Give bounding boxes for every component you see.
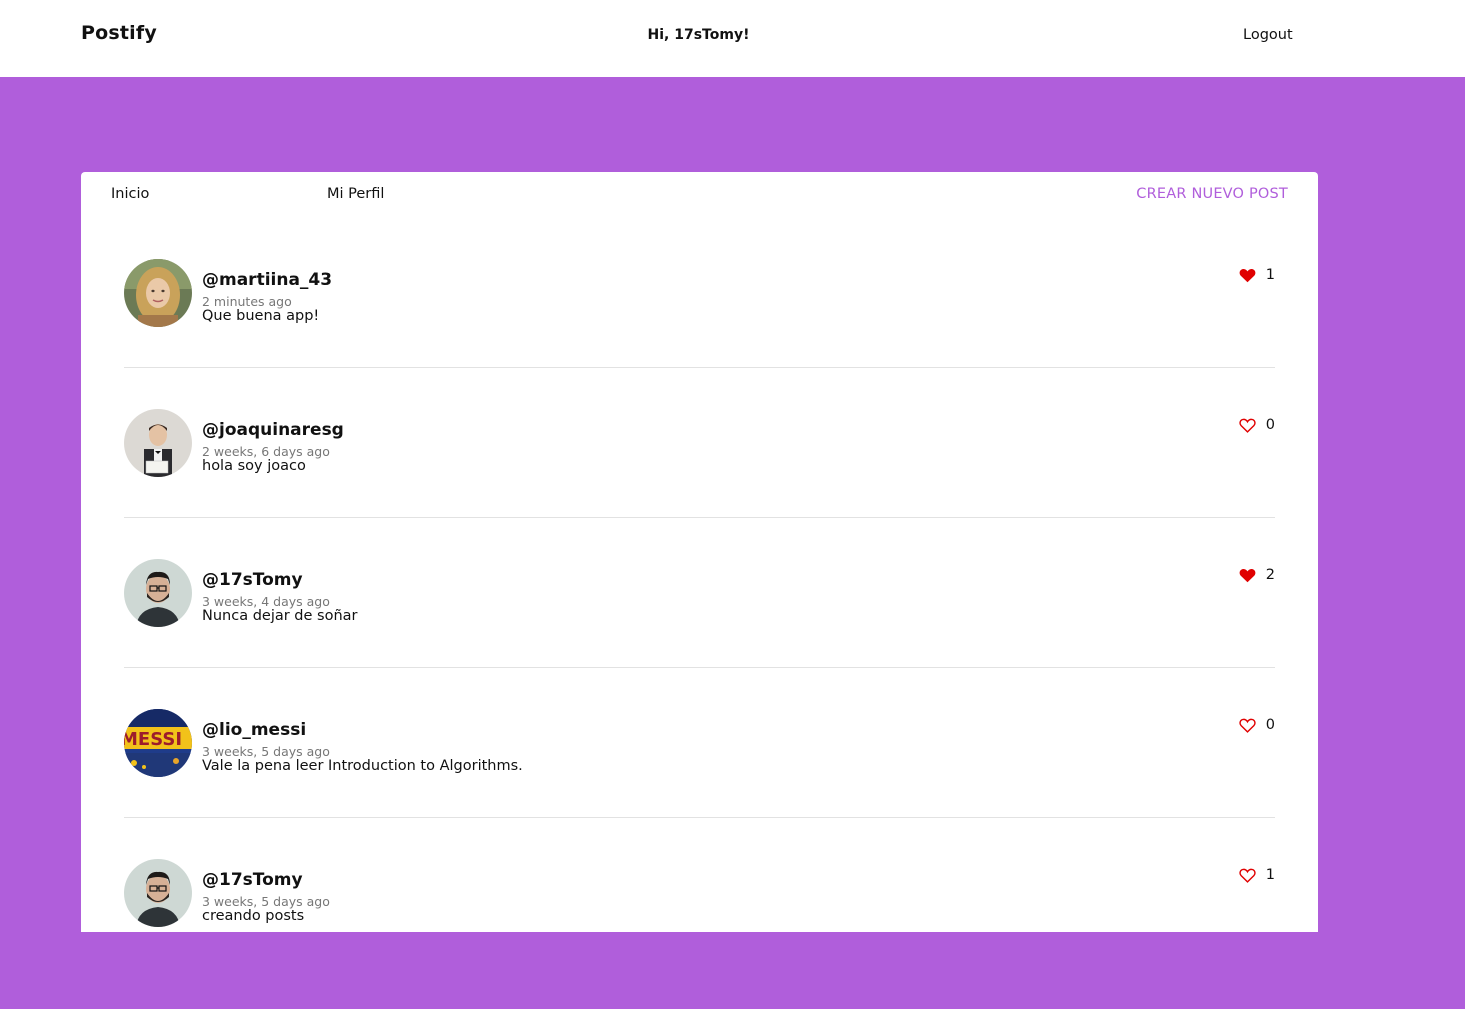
avatar[interactable] bbox=[124, 259, 192, 327]
like-control: 1 bbox=[1239, 267, 1275, 283]
post-divider bbox=[124, 817, 1275, 818]
svg-text:MESSI: MESSI bbox=[124, 729, 182, 750]
post-username[interactable]: @17sTomy bbox=[202, 570, 303, 590]
avatar[interactable]: MESSI bbox=[124, 709, 192, 777]
like-control: 1 bbox=[1239, 867, 1275, 883]
like-count: 0 bbox=[1265, 717, 1275, 733]
post-username[interactable]: @17sTomy bbox=[202, 870, 303, 890]
user-greeting: Hi, 17sTomy! bbox=[647, 27, 750, 43]
avatar[interactable] bbox=[124, 409, 192, 477]
heart-filled-icon[interactable] bbox=[1239, 568, 1256, 583]
post-text: Nunca dejar de soñar bbox=[202, 608, 358, 624]
heart-outline-icon[interactable] bbox=[1239, 868, 1256, 883]
post-item: @joaquinaresg 2 weeks, 6 days ago hola s… bbox=[124, 409, 1275, 559]
like-control: 0 bbox=[1239, 417, 1275, 433]
post-feed: @martiina_43 2 minutes ago Que buena app… bbox=[124, 259, 1275, 1009]
avatar[interactable] bbox=[124, 559, 192, 627]
post-item: @17sTomy 3 weeks, 4 days ago Nunca dejar… bbox=[124, 559, 1275, 709]
top-navbar: Postify Hi, 17sTomy! Logout bbox=[0, 0, 1465, 77]
logout-link[interactable]: Logout bbox=[1243, 27, 1293, 43]
post-item: @17sTomy 3 weeks, 5 days ago creando pos… bbox=[124, 859, 1275, 1009]
post-text: hola soy joaco bbox=[202, 458, 306, 474]
heart-outline-icon[interactable] bbox=[1239, 718, 1256, 733]
post-timestamp: 2 minutes ago bbox=[202, 294, 292, 309]
create-post-link[interactable]: CREAR NUEVO POST bbox=[1136, 186, 1288, 202]
heart-filled-icon[interactable] bbox=[1239, 268, 1256, 283]
post-text: Vale la pena leer Introduction to Algori… bbox=[202, 758, 523, 774]
post-divider bbox=[124, 667, 1275, 668]
post-username[interactable]: @joaquinaresg bbox=[202, 420, 344, 440]
post-timestamp: 2 weeks, 6 days ago bbox=[202, 444, 330, 459]
like-count: 0 bbox=[1265, 417, 1275, 433]
post-timestamp: 3 weeks, 5 days ago bbox=[202, 744, 330, 759]
post-text: creando posts bbox=[202, 908, 305, 924]
post-username[interactable]: @martiina_43 bbox=[202, 270, 332, 290]
post-timestamp: 3 weeks, 5 days ago bbox=[202, 894, 330, 909]
post-divider bbox=[124, 367, 1275, 368]
post-item: @martiina_43 2 minutes ago Que buena app… bbox=[124, 259, 1275, 409]
heart-outline-icon[interactable] bbox=[1239, 418, 1256, 433]
post-item: MESSI @lio_messi 3 weeks, 5 days ago Val… bbox=[124, 709, 1275, 859]
post-timestamp: 3 weeks, 4 days ago bbox=[202, 594, 330, 609]
like-control: 0 bbox=[1239, 717, 1275, 733]
like-count: 1 bbox=[1265, 267, 1275, 283]
like-control: 2 bbox=[1239, 567, 1275, 583]
like-count: 2 bbox=[1265, 567, 1275, 583]
tab-inicio[interactable]: Inicio bbox=[111, 186, 149, 202]
post-divider bbox=[124, 517, 1275, 518]
post-username[interactable]: @lio_messi bbox=[202, 720, 306, 740]
tab-mi-perfil[interactable]: Mi Perfil bbox=[327, 186, 384, 202]
like-count: 1 bbox=[1265, 867, 1275, 883]
post-text: Que buena app! bbox=[202, 308, 320, 324]
